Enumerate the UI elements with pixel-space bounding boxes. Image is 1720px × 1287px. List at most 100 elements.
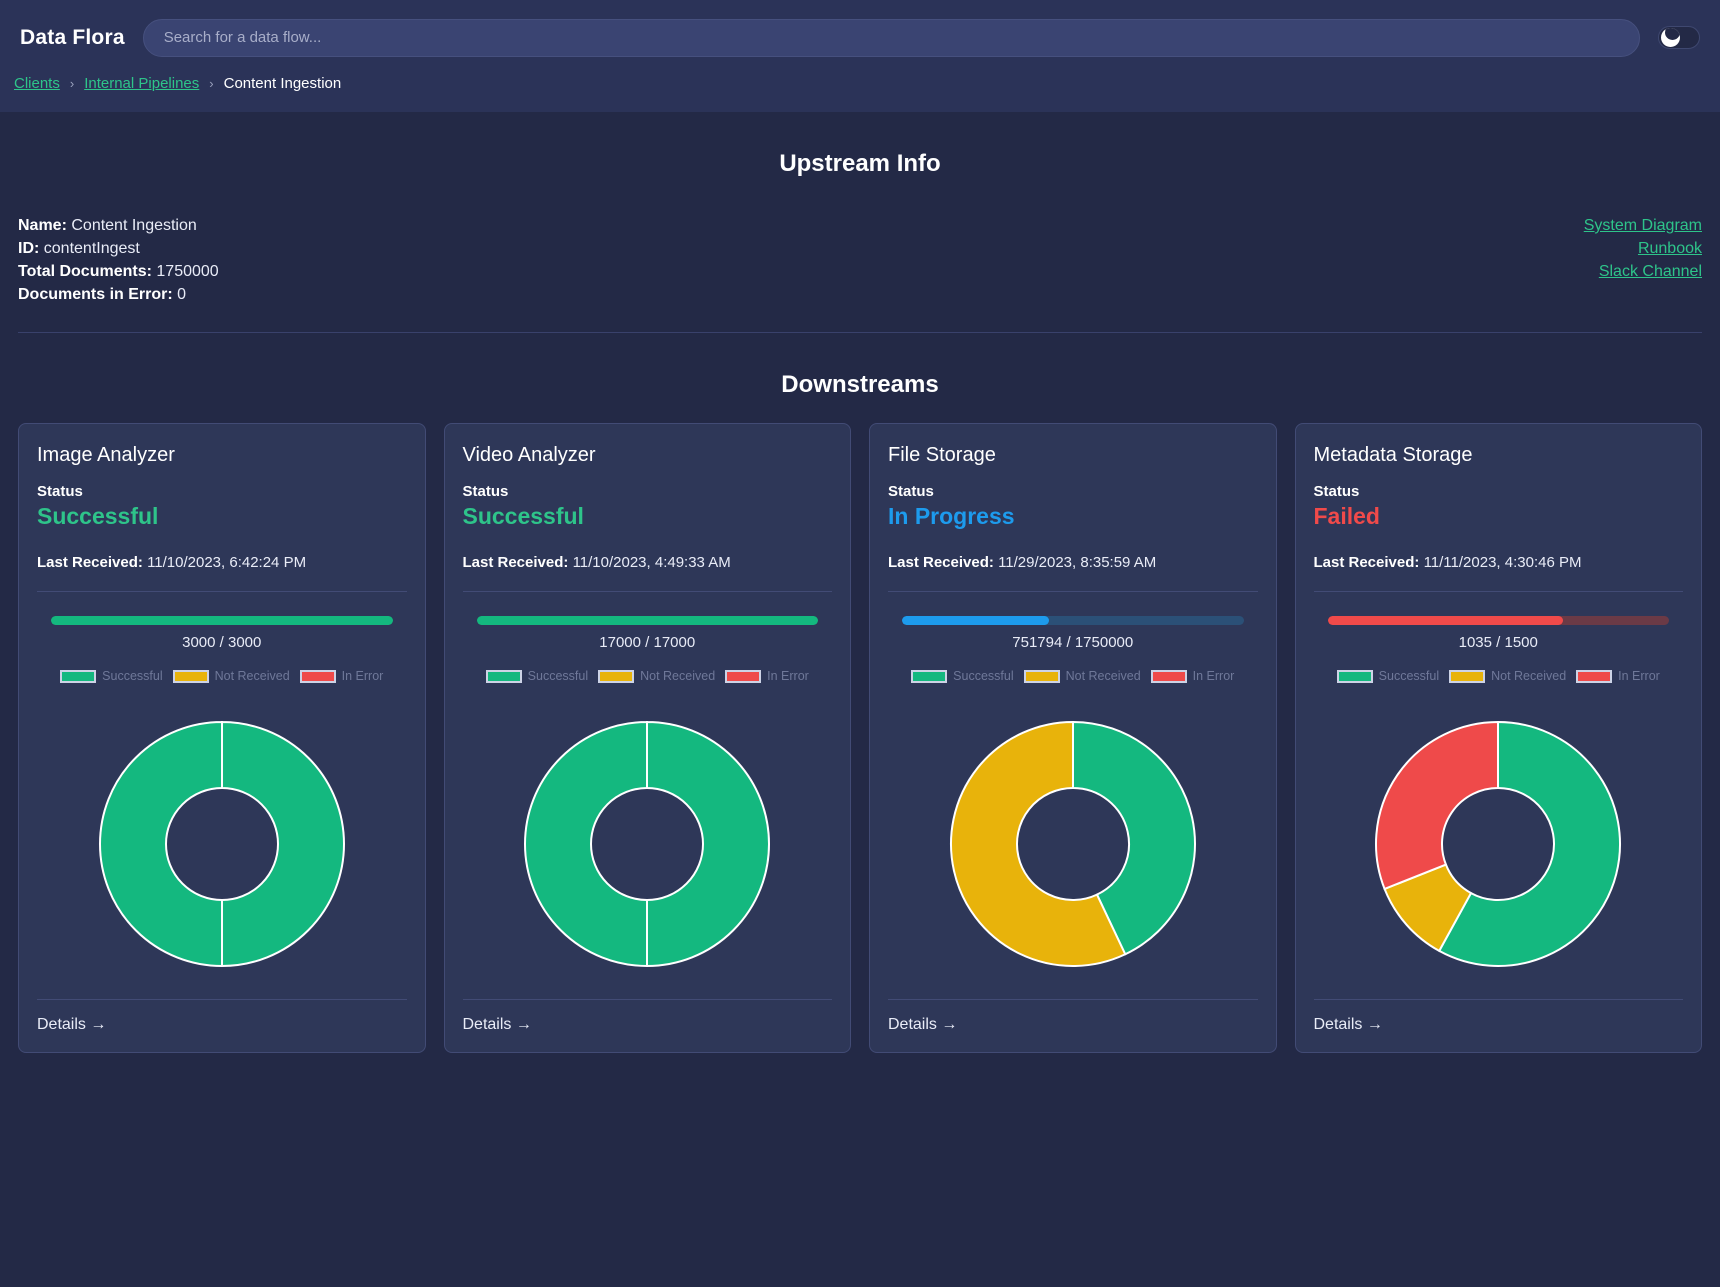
- legend-item-not-received[interactable]: Not Received: [172, 669, 290, 684]
- upstream-field-name: Name: Content Ingestion: [18, 214, 219, 237]
- legend-label: In Error: [1618, 669, 1660, 684]
- legend-swatch-in-error: [1576, 669, 1613, 683]
- link-runbook[interactable]: Runbook: [1638, 237, 1702, 260]
- legend-item-in-error[interactable]: In Error: [299, 669, 383, 683]
- legend-item-successful[interactable]: Successful: [1336, 669, 1440, 684]
- progress-track: [51, 616, 393, 626]
- legend-item-successful[interactable]: Successful: [911, 669, 1014, 684]
- breadcrumb-item-clients[interactable]: Clients: [14, 75, 60, 92]
- breadcrumb: Clients › Internal Pipelines › Content I…: [0, 75, 1720, 112]
- last-received-value: 11/11/2023, 4:30:46 PM: [1423, 554, 1582, 572]
- card-title: Video Analyzer: [462, 444, 596, 467]
- chart-legend: Successful Not Received In Error: [463, 669, 833, 683]
- downstream-card-file-storage[interactable]: File Storage Status In Progress Last Rec…: [869, 423, 1277, 1054]
- legend-label: In Error: [1192, 669, 1235, 684]
- progress-text: 751794 / 1750000: [1012, 634, 1134, 652]
- chart-legend: Successful Not Received In Error: [1314, 669, 1684, 683]
- status-label: Status: [462, 483, 509, 501]
- donut-chart-container: [37, 683, 407, 999]
- last-received: Last Received: 11/11/2023, 4:30:46 PM: [1314, 554, 1684, 571]
- legend-label: In Error: [767, 669, 809, 684]
- legend-item-not-received[interactable]: Not Received: [1023, 669, 1141, 684]
- status-label: Status: [888, 483, 934, 501]
- donut-chart: [524, 721, 771, 968]
- legend-label: Not Received: [640, 669, 716, 684]
- legend-label: Successful: [1378, 669, 1440, 684]
- app-brand: Data Flora: [20, 25, 125, 49]
- legend-item-not-received[interactable]: Not Received: [1449, 669, 1566, 683]
- status-badge: In Progress: [888, 503, 1015, 530]
- legend-swatch-not-received: [598, 669, 635, 683]
- legend-item-in-error[interactable]: In Error: [1150, 669, 1235, 684]
- legend-swatch-successful: [1336, 669, 1373, 683]
- link-slack-channel[interactable]: Slack Channel: [1599, 260, 1702, 283]
- details-link[interactable]: Details →: [888, 1016, 957, 1033]
- last-received-label: Last Received:: [462, 554, 569, 572]
- progress-text: 17000 / 17000: [599, 634, 696, 652]
- legend-swatch-successful: [60, 669, 97, 683]
- card-title: File Storage: [888, 444, 996, 467]
- progress-container: 1035 / 1500: [1314, 616, 1684, 651]
- last-received-value: 11/10/2023, 6:42:24 PM: [147, 554, 307, 572]
- moon-icon: [1661, 28, 1680, 47]
- status-label: Status: [37, 483, 83, 501]
- field-label: Total Documents:: [18, 263, 152, 281]
- chart-legend: Successful Not Received In Error: [37, 669, 407, 683]
- progress-container: 751794 / 1750000: [888, 616, 1258, 651]
- donut-chart-container: [1314, 683, 1684, 999]
- field-value: Content Ingestion: [71, 217, 197, 234]
- legend-item-in-error[interactable]: In Error: [725, 669, 809, 683]
- last-received-label: Last Received:: [1313, 554, 1420, 572]
- card-title: Image Analyzer: [37, 444, 175, 467]
- last-received-value: 11/29/2023, 8:35:59 AM: [998, 554, 1157, 572]
- details-link[interactable]: Details →: [1314, 1016, 1383, 1033]
- link-system-diagram[interactable]: System Diagram: [1584, 214, 1702, 237]
- upstream-field-id: ID: contentIngest: [18, 237, 219, 260]
- legend-item-not-received[interactable]: Not Received: [598, 669, 715, 683]
- top-bar: Data Flora: [0, 0, 1720, 75]
- legend-label: Not Received: [1065, 669, 1141, 684]
- upstream-field-total-documents: Total Documents: 1750000: [18, 260, 219, 283]
- status-label: Status: [1313, 483, 1360, 501]
- upstream-info-section: Name: Content Ingestion ID: contentInges…: [0, 178, 1720, 306]
- legend-item-successful[interactable]: Successful: [485, 669, 589, 684]
- progress-text: 3000 / 3000: [182, 634, 262, 652]
- downstream-card-image-analyzer[interactable]: Image Analyzer Status Successful Last Re…: [18, 423, 426, 1054]
- legend-swatch-successful: [485, 669, 522, 683]
- downstream-card-metadata-storage[interactable]: Metadata Storage Status Failed Last Rece…: [1294, 423, 1702, 1054]
- card-divider: [888, 591, 1258, 593]
- donut-chart: [949, 721, 1196, 968]
- downstream-card-video-analyzer[interactable]: Video Analyzer Status Successful Last Re…: [443, 423, 851, 1054]
- status-badge: Failed: [1313, 503, 1380, 530]
- field-label: ID:: [18, 240, 40, 258]
- breadcrumb-item-internal-pipelines[interactable]: Internal Pipelines: [84, 75, 199, 92]
- breadcrumb-item-content-ingestion: Content Ingestion: [223, 75, 342, 92]
- last-received: Last Received: 11/10/2023, 4:49:33 AM: [463, 554, 833, 571]
- theme-toggle[interactable]: [1658, 26, 1700, 49]
- last-received-label: Last Received:: [37, 554, 143, 572]
- legend-label: Not Received: [214, 669, 290, 684]
- details-link[interactable]: Details →: [37, 1016, 106, 1033]
- progress-track: [902, 616, 1244, 626]
- legend-label: Successful: [953, 669, 1014, 684]
- legend-item-in-error[interactable]: In Error: [1576, 669, 1660, 683]
- card-footer: Details →: [888, 999, 1258, 1052]
- legend-swatch-in-error: [1150, 669, 1187, 683]
- downstreams-title: Downstreams: [781, 371, 939, 399]
- progress-text: 1035 / 1500: [1458, 634, 1538, 652]
- field-value: 0: [177, 286, 187, 304]
- last-received-label: Last Received:: [888, 554, 994, 572]
- breadcrumb-separator-icon: ›: [69, 76, 75, 91]
- donut-chart-container: [888, 683, 1258, 999]
- search-input[interactable]: [142, 18, 1640, 57]
- legend-item-successful[interactable]: Successful: [60, 669, 163, 683]
- status-badge: Successful: [462, 503, 584, 530]
- legend-swatch-not-received: [172, 669, 209, 683]
- legend-swatch-in-error: [299, 669, 336, 683]
- last-received: Last Received: 11/29/2023, 8:35:59 AM: [888, 554, 1258, 571]
- details-link[interactable]: Details →: [463, 1016, 532, 1033]
- progress-track: [476, 616, 818, 626]
- status-badge: Successful: [37, 503, 159, 530]
- progress-fill: [902, 616, 1049, 626]
- legend-label: Successful: [527, 669, 589, 684]
